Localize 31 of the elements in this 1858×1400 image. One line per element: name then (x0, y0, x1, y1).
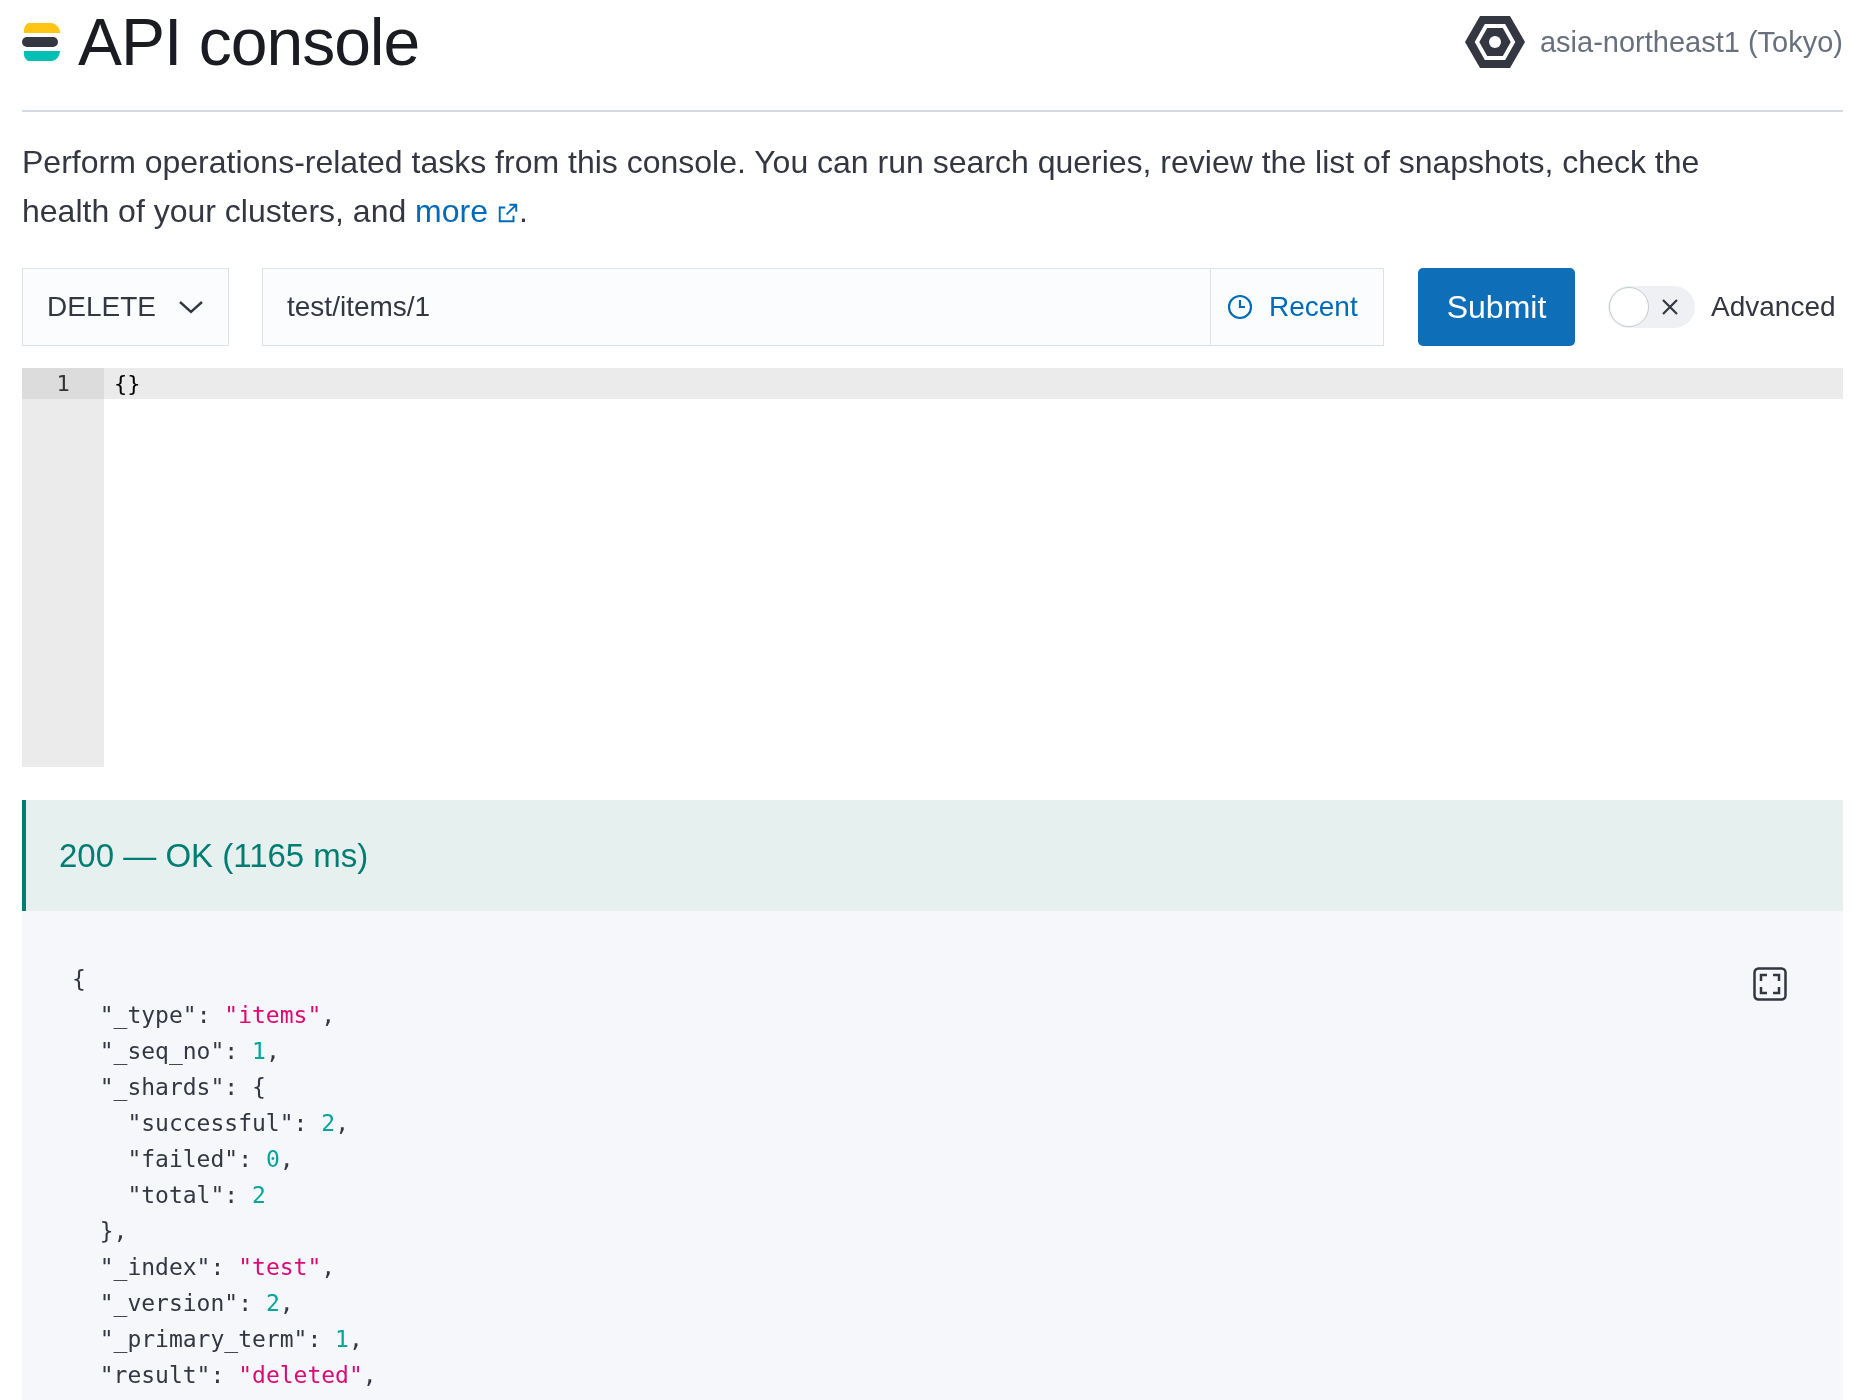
description-text: Perform operations-related tasks from this console. You can run search queries, review the list of snapshots, check the health of your clusters, and more . (22, 143, 1701, 231)
more-link[interactable]: more (415, 193, 519, 229)
code-line: "failed": 0, (126, 1145, 294, 1174)
cross-icon (1660, 297, 1680, 317)
code-line: "successful": 2, (126, 1109, 349, 1138)
code-line: "result": "deleted", (98, 1361, 377, 1390)
submit-button[interactable]: Submit (1418, 268, 1575, 346)
editor-text[interactable]: {} (114, 371, 141, 396)
code-line: }, (98, 1217, 128, 1246)
path-field[interactable]: test/items/1 Recent (262, 268, 1384, 346)
page-title: API console (78, 4, 420, 80)
code-line: "_version": 2, (98, 1289, 294, 1319)
code-line: "_primary_term": 1, (98, 1325, 363, 1355)
method-select[interactable]: DELETE (22, 268, 229, 346)
advanced-switch[interactable] (1608, 286, 1695, 328)
hexagon-icon (1463, 14, 1526, 70)
code-line: "_seq_no": 1, (98, 1037, 280, 1067)
chevron-down-icon (178, 299, 204, 315)
code-line: { (72, 965, 86, 994)
code-line: "_index": "test", (98, 1253, 336, 1283)
fullscreen-button[interactable] (1753, 967, 1787, 1001)
code-line: "_type": "items", (98, 1001, 336, 1031)
fullscreen-icon (1753, 967, 1787, 1001)
region-label: asia-northeast1 (Tokyo) (1539, 25, 1843, 59)
clock-icon (1227, 294, 1253, 320)
line-number: 1 (22, 368, 104, 399)
external-link-icon (496, 202, 519, 224)
code-line: "_shards": { (98, 1073, 266, 1103)
status-text: 200 — OK (1165 ms) (59, 836, 369, 875)
advanced-label: Advanced (1711, 291, 1836, 323)
code-line: "total": 2 (126, 1181, 266, 1210)
